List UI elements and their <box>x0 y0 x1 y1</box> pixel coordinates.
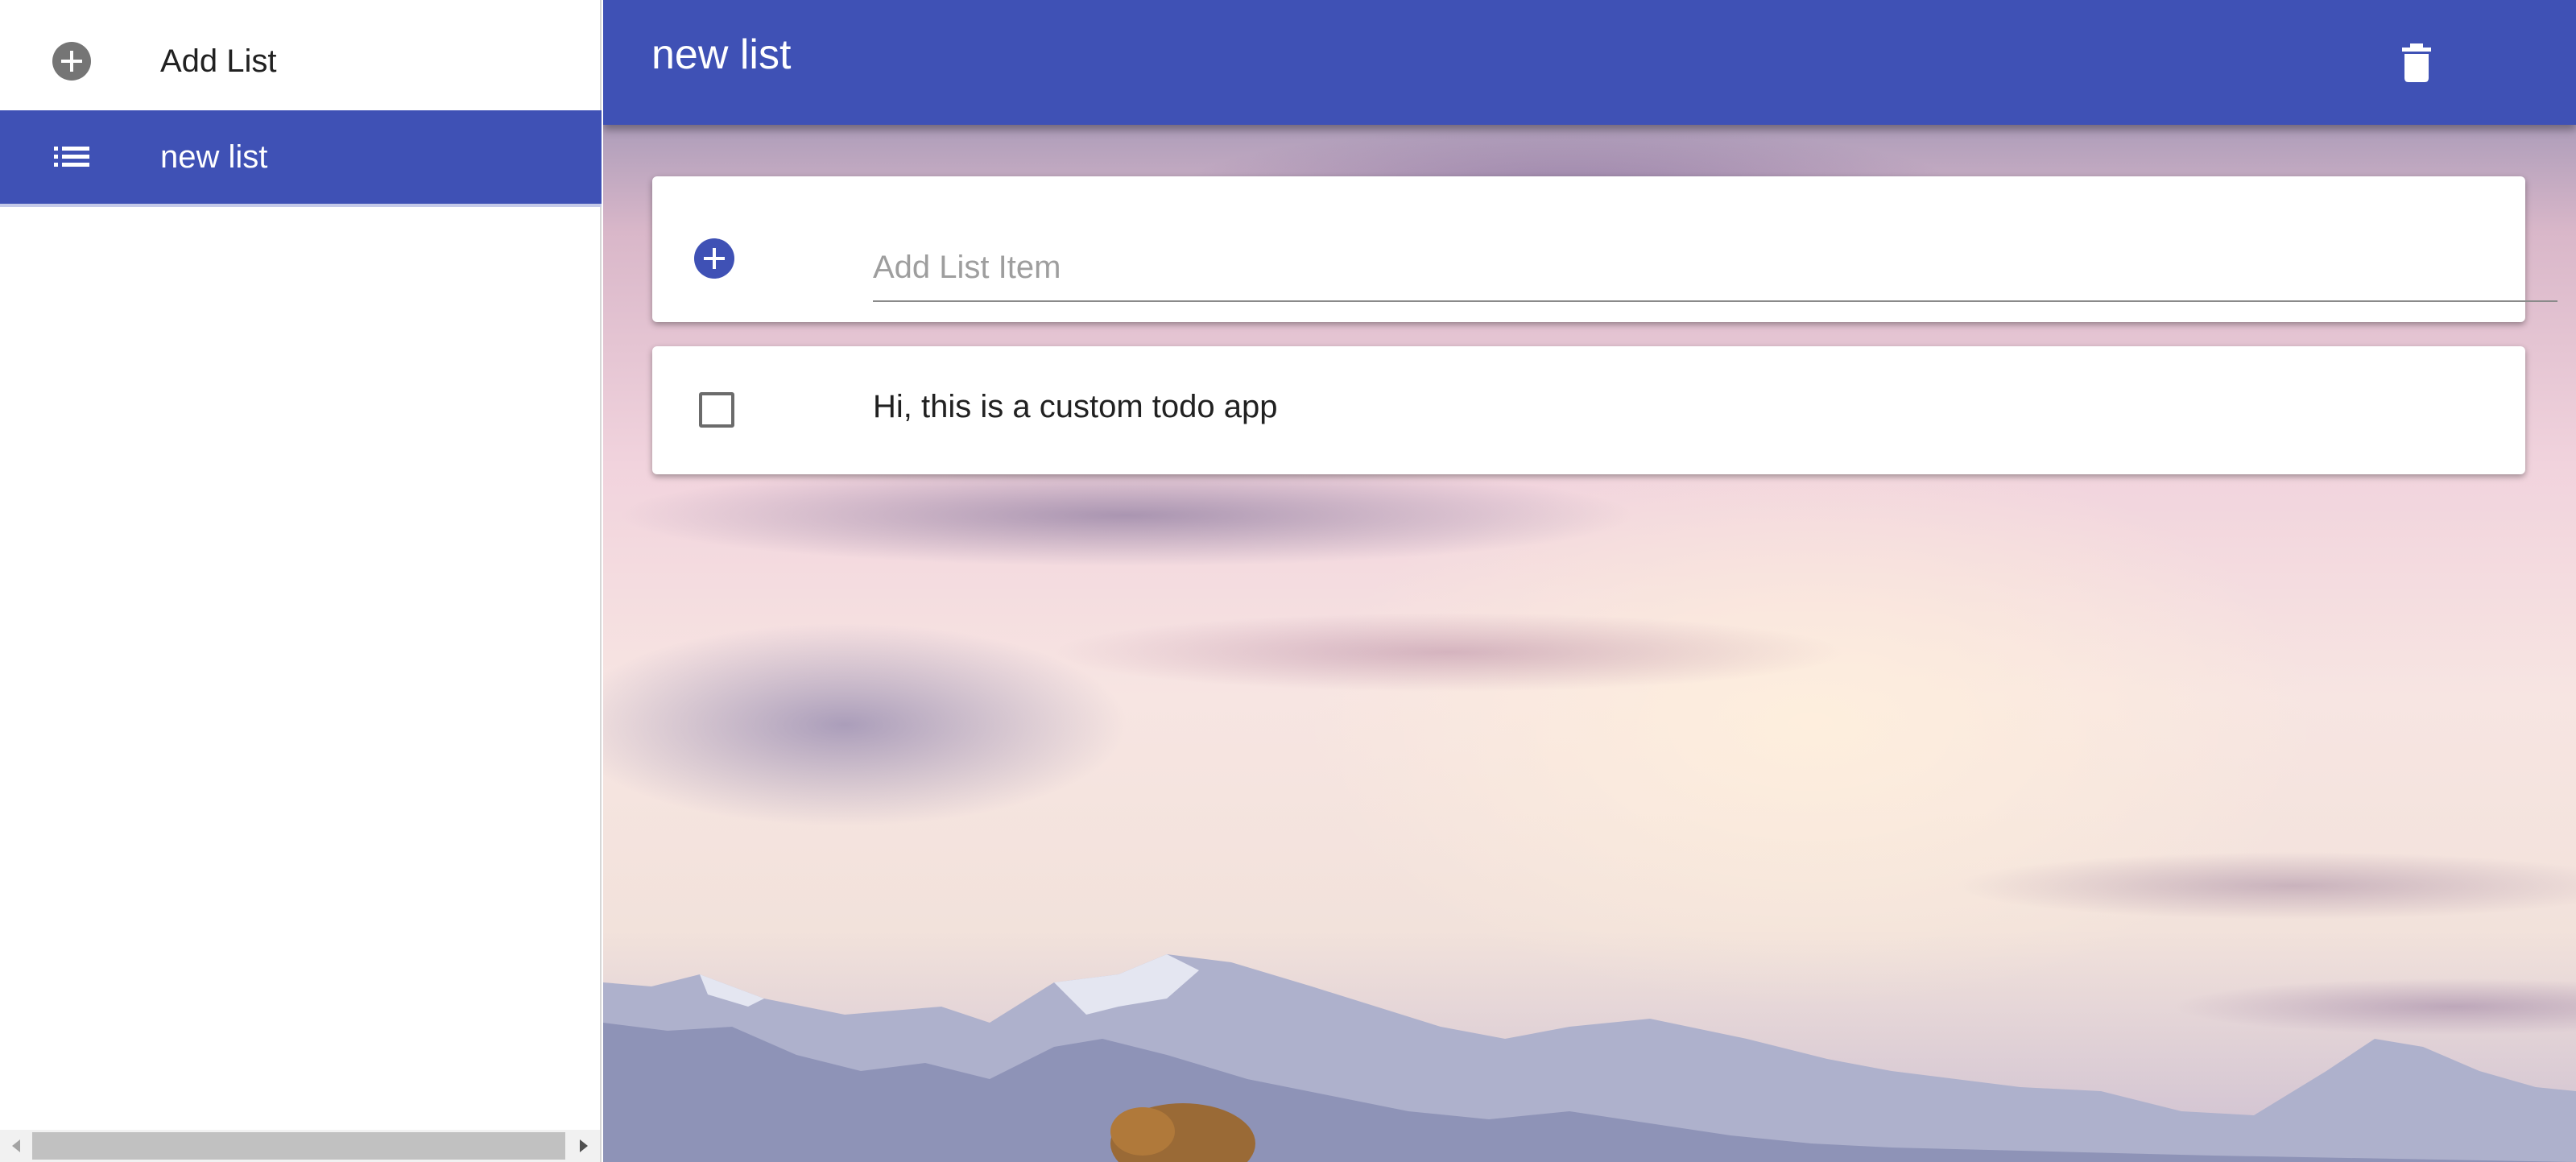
sidebar-item-label: new list <box>160 139 268 175</box>
mountain-background <box>603 954 2576 1162</box>
sidebar-item-new-list[interactable]: new list <box>0 110 602 207</box>
sidebar: Add List new list <box>0 0 602 1162</box>
scroll-right-arrow[interactable] <box>568 1130 600 1162</box>
add-item-button[interactable] <box>693 238 735 279</box>
delete-list-button[interactable] <box>2392 39 2441 87</box>
header-bar: new list <box>603 0 2576 125</box>
horizontal-scrollbar[interactable] <box>0 1130 600 1162</box>
todo-app: Add List new list new list Add List Item… <box>0 0 2576 1162</box>
page-title: new list <box>651 31 792 78</box>
scroll-left-arrow[interactable] <box>0 1130 32 1162</box>
list-item-text: Hi, this is a custom todo app <box>873 389 1278 424</box>
add-item-input[interactable] <box>873 239 2557 296</box>
add-list-label: Add List <box>160 43 277 79</box>
list-icon <box>52 137 92 177</box>
add-list-button[interactable]: Add List <box>0 13 602 110</box>
add-circle-icon <box>694 238 734 279</box>
main-panel: new list Hi, <box>603 0 2576 1162</box>
trash-icon <box>2402 43 2431 82</box>
list-item: Hi, this is a custom todo app <box>652 346 2525 474</box>
item-checkbox[interactable] <box>699 392 734 428</box>
add-circle-icon <box>52 41 92 81</box>
scrollbar-thumb[interactable] <box>32 1132 565 1160</box>
add-item-field <box>873 239 2557 302</box>
add-item-card <box>652 176 2557 322</box>
